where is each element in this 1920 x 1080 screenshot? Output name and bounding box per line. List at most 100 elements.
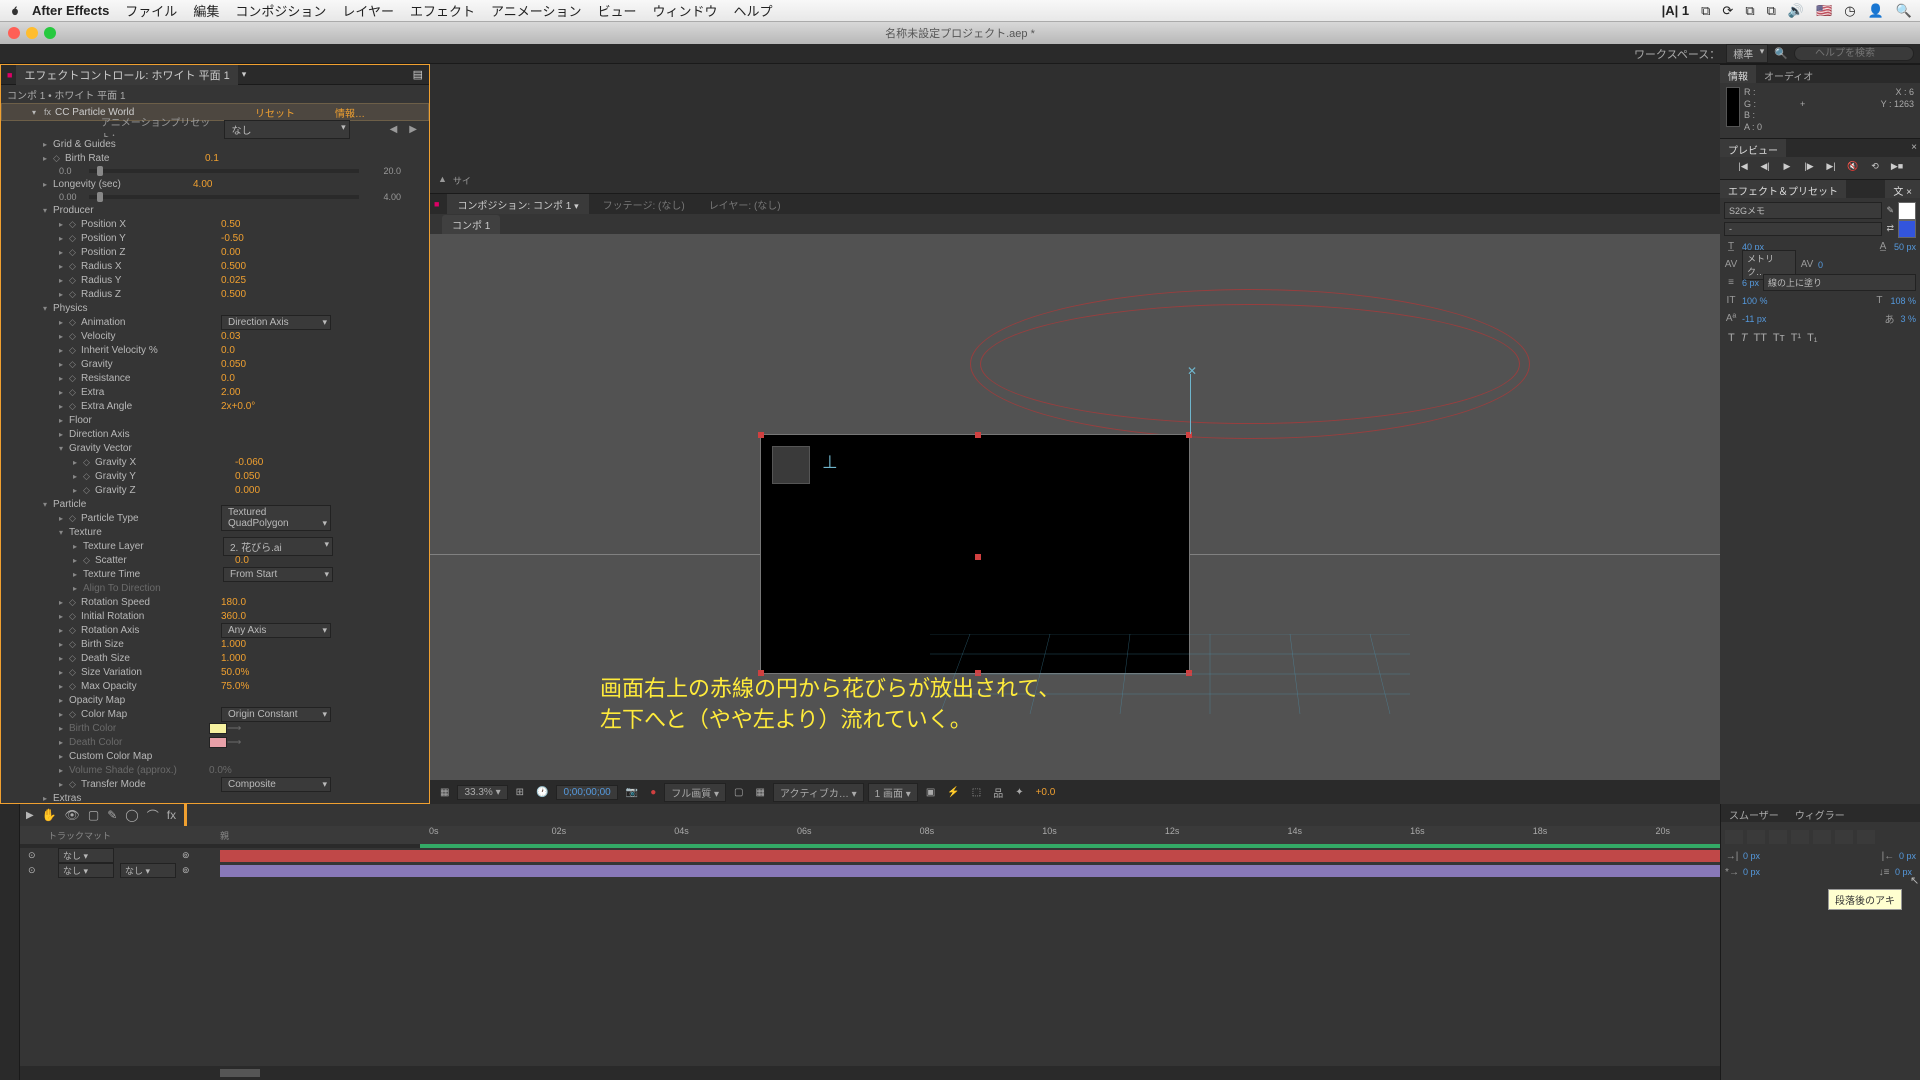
zoom-window[interactable] <box>44 27 56 39</box>
twirl-icon[interactable]: ▸ <box>59 724 69 733</box>
twirl-icon[interactable]: ▸ <box>59 290 69 299</box>
prop-value[interactable]: 0.025 <box>221 275 246 286</box>
twirl-icon[interactable]: ▸ <box>43 154 53 163</box>
keyframe-stopwatch-icon[interactable]: ◇ <box>69 639 81 650</box>
twirl-icon[interactable]: ▸ <box>59 710 69 719</box>
twirl-icon[interactable]: ▸ <box>59 780 69 789</box>
keyframe-stopwatch-icon[interactable]: ◇ <box>83 471 95 482</box>
font-family-select[interactable]: S2Gメモ <box>1724 202 1882 219</box>
menu-effect[interactable]: エフェクト <box>410 1 475 20</box>
keyframe-stopwatch-icon[interactable]: ◇ <box>53 153 65 164</box>
stroke-width[interactable]: 6 px <box>1742 278 1759 288</box>
align-left-button[interactable] <box>1725 830 1743 844</box>
twirl-icon[interactable]: ▸ <box>59 612 69 621</box>
twirl-icon[interactable]: ▾ <box>59 528 69 537</box>
about-button[interactable]: 情報… <box>335 105 365 120</box>
prop-value[interactable]: 1.000 <box>221 653 246 664</box>
prop-dropdown[interactable]: Origin Constant <box>221 707 331 722</box>
twirl-icon[interactable]: ▸ <box>59 430 69 439</box>
effect-controls-tab[interactable]: ■ エフェクトコントロール: ホワイト 平面 1 ▾ ▤ <box>1 65 429 85</box>
keyframe-stopwatch-icon[interactable]: ◇ <box>69 261 81 272</box>
keyframe-stopwatch-icon[interactable]: ◇ <box>69 653 81 664</box>
prop-dropdown[interactable]: From Start <box>223 567 333 582</box>
timeline-layer[interactable]: ⊙なし ▾⊚ <box>20 848 1720 863</box>
horizontal-scale[interactable]: 108 % <box>1890 296 1916 306</box>
fill-color[interactable] <box>1898 202 1916 220</box>
twirl-icon[interactable]: ▸ <box>59 668 69 677</box>
roi-icon[interactable]: ▢ <box>730 787 747 798</box>
twirl-icon[interactable]: ▸ <box>59 766 69 775</box>
keyframe-stopwatch-icon[interactable]: ◇ <box>69 359 81 370</box>
blend-mode-select[interactable]: なし ▾ <box>58 863 114 878</box>
italic-button[interactable]: T <box>1741 332 1748 344</box>
ram-preview-button[interactable]: ▶■ <box>1889 161 1905 175</box>
smallcaps-button[interactable]: Tᴛ <box>1773 332 1785 344</box>
volume-icon[interactable]: 🔊 <box>1788 3 1804 19</box>
user-icon[interactable]: 👤 <box>1868 3 1884 19</box>
keyframe-stopwatch-icon[interactable]: ◇ <box>69 233 81 244</box>
justify-last-left-button[interactable] <box>1791 830 1809 844</box>
menu-composition[interactable]: コンポジション <box>235 1 326 20</box>
keyframe-stopwatch-icon[interactable]: ◇ <box>69 275 81 286</box>
exposure-reset-icon[interactable]: ✦ <box>1011 787 1027 798</box>
mask-icon[interactable]: ▢ <box>88 808 99 822</box>
first-frame-button[interactable]: |◀ <box>1735 161 1751 175</box>
tab-audio[interactable]: オーディオ <box>1756 65 1821 83</box>
fx-badge-icon[interactable]: fx <box>44 107 51 117</box>
twirl-icon[interactable]: ▸ <box>73 570 83 579</box>
menu-animation[interactable]: アニメーション <box>491 1 581 20</box>
channel-icon[interactable]: ● <box>646 787 660 798</box>
mute-button[interactable]: 🔇 <box>1845 161 1861 175</box>
keyframe-stopwatch-icon[interactable]: ◇ <box>69 513 81 524</box>
prev-preset-icon[interactable]: ◀ <box>390 124 398 135</box>
keyframe-stopwatch-icon[interactable]: ◇ <box>69 611 81 622</box>
keyframe-stopwatch-icon[interactable]: ◇ <box>69 401 81 412</box>
parent-pick-icon[interactable]: ⊚ <box>182 865 190 876</box>
pen-icon[interactable]: ✎ <box>107 808 117 822</box>
wifi-icon[interactable]: ⧉ <box>1701 3 1710 19</box>
keyframe-stopwatch-icon[interactable]: ◇ <box>69 597 81 608</box>
twirl-icon[interactable]: ▸ <box>43 140 53 149</box>
time-ruler[interactable]: 0s02s04s06s08s10s12s14s16s18s20s <box>429 826 1720 844</box>
trackmatte-select[interactable]: なし ▾ <box>120 863 176 878</box>
color-swatch[interactable] <box>209 723 227 734</box>
keyframe-stopwatch-icon[interactable]: ◇ <box>69 667 81 678</box>
prop-value[interactable]: 0.50 <box>221 219 240 230</box>
keyframe-stopwatch-icon[interactable]: ◇ <box>69 247 81 258</box>
twirl-icon[interactable]: ▸ <box>59 752 69 761</box>
twirl-icon[interactable]: ▸ <box>73 486 83 495</box>
allcaps-button[interactable]: TT <box>1753 332 1766 344</box>
keyframe-stopwatch-icon[interactable]: ◇ <box>69 779 81 790</box>
tab-char[interactable]: 文 × <box>1885 180 1920 198</box>
tl-icon[interactable]: ⬚ <box>968 787 985 798</box>
stroke-color[interactable] <box>1898 220 1916 238</box>
adobe-icon[interactable]: |A| 1 <box>1662 3 1690 18</box>
help-search[interactable] <box>1794 46 1914 61</box>
menu-view[interactable]: ビュー <box>597 1 636 20</box>
tab-info[interactable]: 情報 <box>1720 65 1756 83</box>
twirl-icon[interactable]: ▸ <box>59 262 69 271</box>
close-window[interactable] <box>8 27 20 39</box>
timecode-icon[interactable]: 🕐 <box>532 787 552 798</box>
composition-viewer[interactable]: ✕ ⊥ 画面右上の赤線の円から花びらが放出されて、 左下へと（やや左より）流れて… <box>430 234 1720 780</box>
prop-value[interactable]: 1.000 <box>221 639 246 650</box>
keyframe-stopwatch-icon[interactable]: ◇ <box>83 457 95 468</box>
panel-menu-icon[interactable]: ▤ <box>413 68 423 81</box>
twirl-icon[interactable]: ▾ <box>43 304 53 313</box>
fast-preview-icon[interactable]: ⚡ <box>943 787 963 798</box>
tab-wiggler[interactable]: ウィグラー <box>1787 804 1853 822</box>
prop-dropdown[interactable]: Direction Axis <box>221 315 331 330</box>
prop-value[interactable]: 75.0% <box>221 681 249 692</box>
superscript-button[interactable]: T¹ <box>1791 332 1801 344</box>
blend-mode-select[interactable]: なし ▾ <box>58 848 114 863</box>
prop-dropdown[interactable]: Textured QuadPolygon <box>221 505 331 531</box>
twirl-icon[interactable]: ▸ <box>73 472 83 481</box>
dropdown-icon[interactable]: ▾ <box>242 69 247 80</box>
play-icon[interactable]: ▶ <box>26 810 34 821</box>
twirl-icon[interactable]: ▸ <box>59 514 69 523</box>
prop-dropdown[interactable]: Composite <box>221 777 331 792</box>
prop-value[interactable]: 0.500 <box>221 289 246 300</box>
keyframe-stopwatch-icon[interactable]: ◇ <box>83 555 95 566</box>
keyframe-stopwatch-icon[interactable]: ◇ <box>69 219 81 230</box>
twirl-icon[interactable]: ▸ <box>59 402 69 411</box>
